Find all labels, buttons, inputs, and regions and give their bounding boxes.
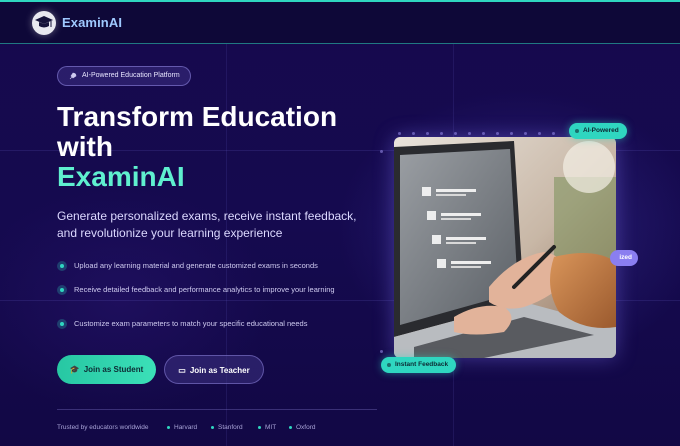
hero-title-accent: ExaminAI xyxy=(57,161,185,192)
join-as-teacher-button[interactable]: ▭ Join as Teacher xyxy=(164,355,264,384)
hero-image xyxy=(394,137,616,358)
hero-title-line1: Transform Education xyxy=(57,101,338,132)
chalkboard-icon: ▭ xyxy=(178,366,186,375)
graduation-cap-icon[interactable] xyxy=(32,11,56,35)
badge-instant-feedback: Instant Feedback xyxy=(381,357,457,373)
institution-stanford: Stanford xyxy=(211,424,243,431)
join-as-student-button[interactable]: 🎓 Join as Student xyxy=(57,355,156,384)
badge-ai-powered: AI-Powered xyxy=(569,123,627,139)
graduation-cap-icon: 🎓 xyxy=(69,365,80,374)
check-dot-icon xyxy=(57,319,67,329)
platform-badge-label: AI-Powered Education Platform xyxy=(82,72,180,79)
check-dot-icon xyxy=(57,285,67,295)
institution-oxford: Oxford xyxy=(289,424,316,431)
join-as-student-label: Join as Student xyxy=(83,365,144,374)
top-nav-bar: ExaminAI xyxy=(0,0,680,44)
feature-text: Receive detailed feedback and performanc… xyxy=(74,285,335,294)
divider xyxy=(57,409,377,410)
hero-subtitle: Generate personalized exams, receive ins… xyxy=(57,209,357,240)
platform-badge: AI-Powered Education Platform xyxy=(57,66,191,86)
badge-personalized: ized xyxy=(610,250,638,266)
brand-name[interactable]: ExaminAI xyxy=(62,15,122,30)
rocket-icon xyxy=(69,72,77,80)
hero-title: Transform Education with ExaminAI xyxy=(57,102,337,192)
join-as-teacher-label: Join as Teacher xyxy=(189,366,250,375)
institution-harvard: Harvard xyxy=(167,424,197,431)
trusted-label: Trusted by educators worldwide xyxy=(57,424,149,431)
feature-text: Customize exam parameters to match your … xyxy=(74,319,308,328)
hero-title-line2: with xyxy=(57,131,113,162)
feature-text: Upload any learning material and generat… xyxy=(74,261,318,270)
institution-mit: MIT xyxy=(258,424,276,431)
check-dot-icon xyxy=(57,261,67,271)
